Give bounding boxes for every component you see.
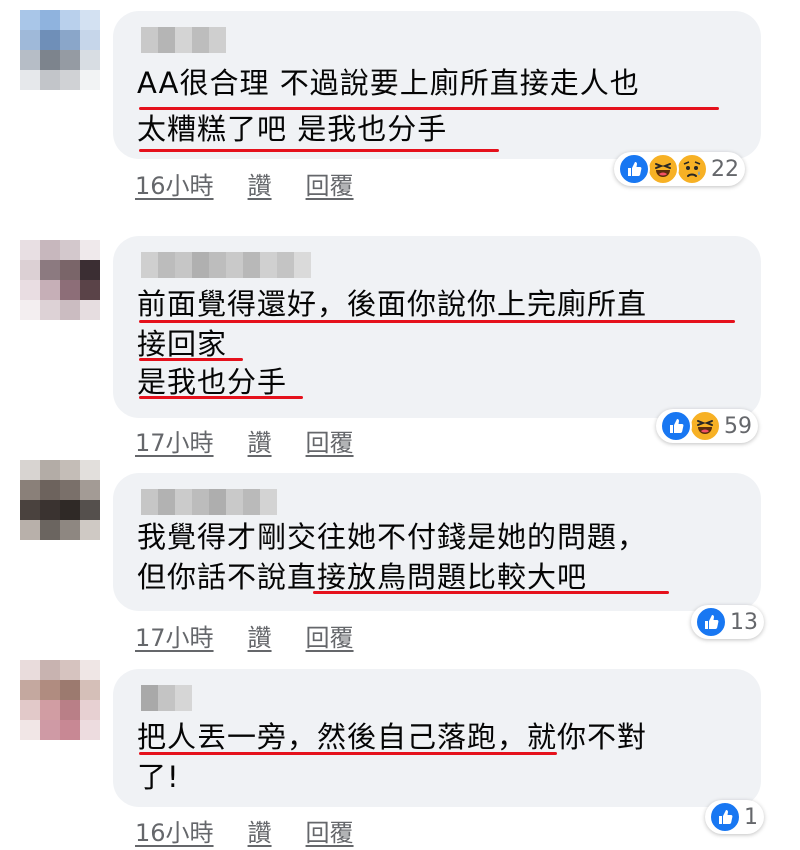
red-underline-annotation xyxy=(139,320,735,323)
comment-text-line: AA很合理 不過說要上廁所直接走人也 xyxy=(137,66,640,100)
comment-bubble: 把人丟一旁，然後自己落跑，就你不對 了! xyxy=(113,669,761,807)
reaction-count: 13 xyxy=(730,609,758,635)
comment-actions: 16小時 讚 回覆 xyxy=(135,166,354,200)
haha-icon xyxy=(647,153,679,185)
like-icon xyxy=(695,606,727,638)
like-icon xyxy=(660,410,692,442)
like-button[interactable]: 讚 xyxy=(248,618,272,653)
like-button[interactable]: 讚 xyxy=(248,166,272,201)
timestamp-link[interactable]: 17小時 xyxy=(135,423,214,458)
avatar[interactable] xyxy=(20,460,100,540)
like-icon xyxy=(618,153,650,185)
like-icon xyxy=(709,801,741,833)
comment-actions: 16小時 讚 回覆 xyxy=(135,813,354,847)
reactions-summary[interactable]: 22 xyxy=(614,152,745,186)
author-name-blurred[interactable] xyxy=(141,252,311,278)
author-name-blurred[interactable] xyxy=(141,27,226,53)
comment-text-line: 太糟糕了吧 是我也分手 xyxy=(137,112,448,146)
comment-text-line: 了! xyxy=(137,760,180,794)
reaction-count: 59 xyxy=(724,413,752,439)
reactions-summary[interactable]: 59 xyxy=(656,409,758,443)
author-name-blurred[interactable] xyxy=(141,489,277,515)
timestamp-link[interactable]: 16小時 xyxy=(135,166,214,201)
reply-button[interactable]: 回覆 xyxy=(306,813,354,848)
reactions-summary[interactable]: 13 xyxy=(691,605,764,639)
like-button[interactable]: 讚 xyxy=(248,423,272,458)
reaction-count: 1 xyxy=(744,804,758,830)
like-button[interactable]: 讚 xyxy=(248,813,272,848)
comment-actions: 17小時 讚 回覆 xyxy=(135,618,354,652)
red-underline-annotation xyxy=(139,149,499,152)
comment-bubble: 前面覺得還好，後面你說你上完廁所直 接回家 是我也分手 xyxy=(113,236,761,418)
comment-bubble: 我覺得才剛交往她不付錢是她的問題， 但你話不說直接放鳥問題比較大吧 xyxy=(113,473,761,611)
reaction-count: 22 xyxy=(711,156,739,182)
timestamp-link[interactable]: 17小時 xyxy=(135,618,214,653)
author-name-blurred[interactable] xyxy=(141,685,192,711)
timestamp-link[interactable]: 16小時 xyxy=(135,813,214,848)
reply-button[interactable]: 回覆 xyxy=(306,423,354,458)
avatar[interactable] xyxy=(20,10,100,90)
reactions-summary[interactable]: 1 xyxy=(705,800,764,834)
avatar[interactable] xyxy=(20,240,100,320)
reply-button[interactable]: 回覆 xyxy=(306,618,354,653)
haha-icon xyxy=(689,410,721,442)
comment-actions: 17小時 讚 回覆 xyxy=(135,423,354,457)
sad-icon xyxy=(676,153,708,185)
red-underline-annotation xyxy=(313,591,669,594)
red-underline-annotation xyxy=(139,752,557,755)
avatar[interactable] xyxy=(20,660,100,740)
comment-text-line: 我覺得才剛交往她不付錢是她的問題， xyxy=(137,520,648,554)
reply-button[interactable]: 回覆 xyxy=(306,166,354,201)
red-underline-annotation xyxy=(139,396,303,399)
comment-bubble: AA很合理 不過說要上廁所直接走人也 太糟糕了吧 是我也分手 xyxy=(113,11,761,159)
